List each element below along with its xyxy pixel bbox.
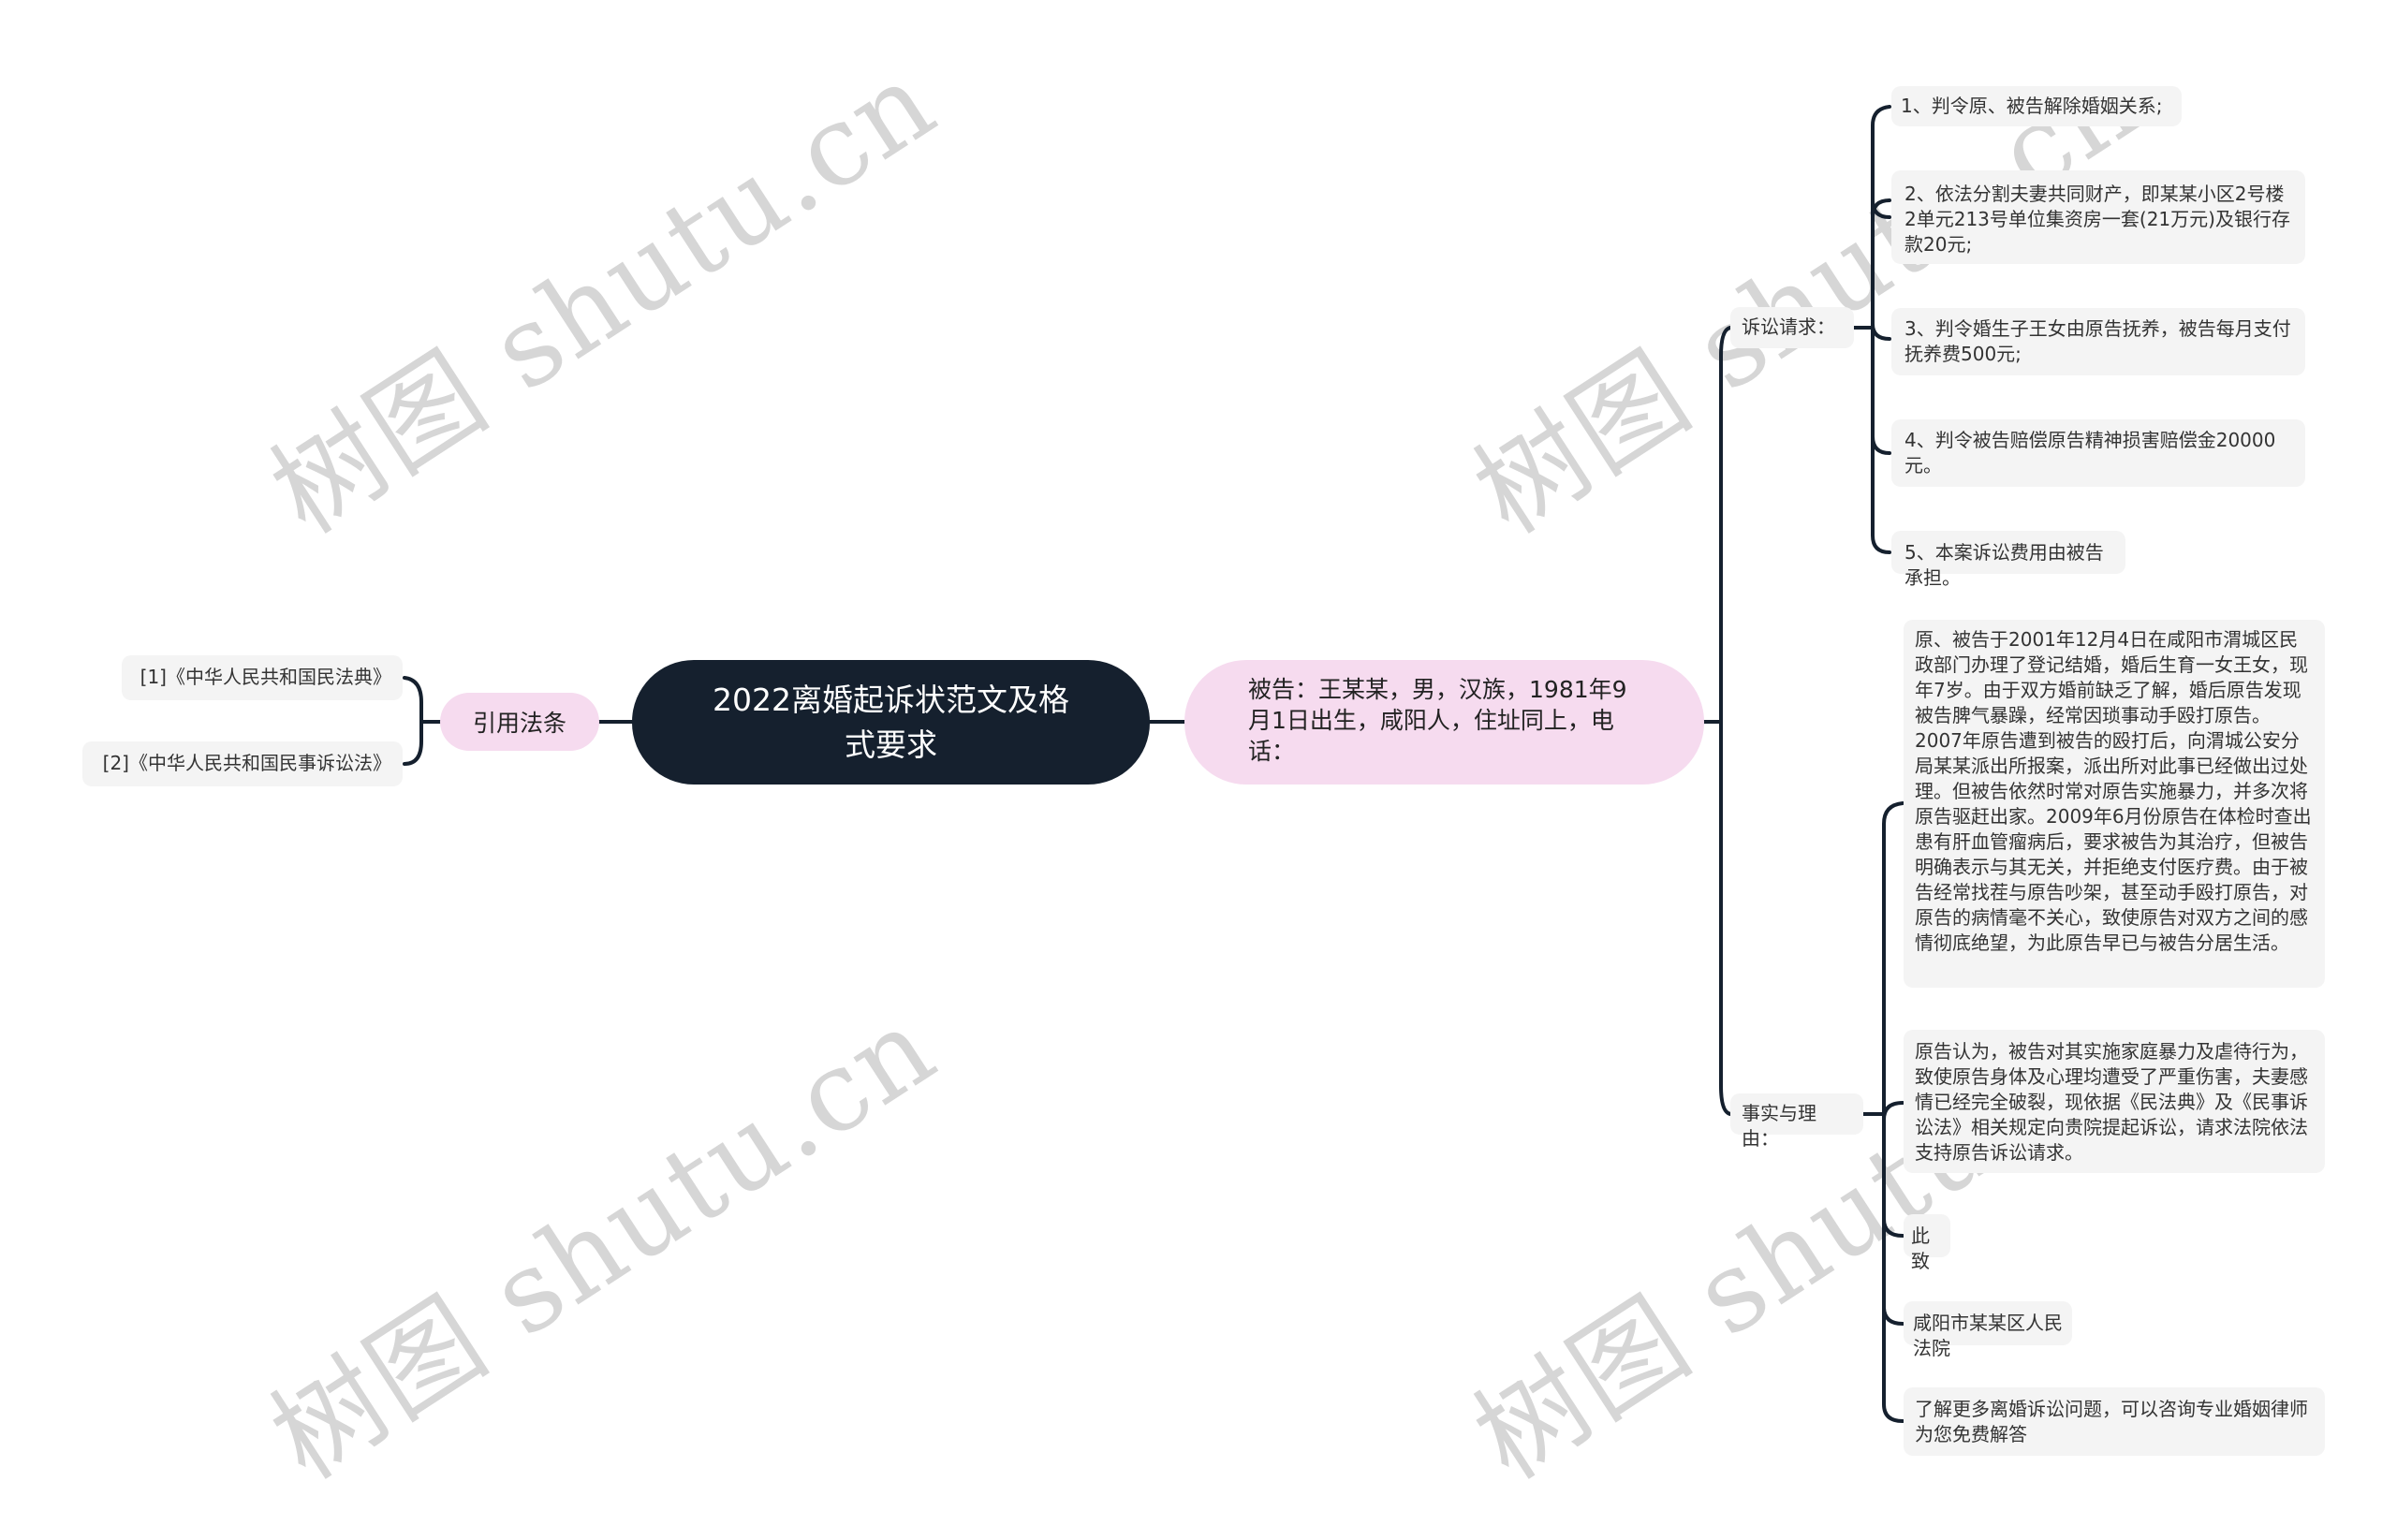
claim-item[interactable]: 5、本案诉讼费用由被告承担。 — [1891, 531, 2125, 589]
claim-item-text: 1、判令原、被告解除婚姻关系; — [1901, 95, 2163, 117]
connector-citations-bracket — [403, 676, 442, 766]
claim-item-text: 2、依法分割夫妻共同财产，即某某小区2号楼2单元213号单位集资房一套(21万元… — [1904, 183, 2290, 256]
section-claims[interactable]: 诉讼请求： — [1730, 307, 1854, 348]
connector-defendant-sections — [1702, 326, 1732, 1116]
citation-item-text: [1]《中华人民共和国民法典》 — [140, 666, 391, 688]
claim-item[interactable]: 1、判令原、被告解除婚姻关系; — [1891, 86, 2182, 126]
fact-item-text: 原告认为，被告对其实施家庭暴力及虐待行为，致使原告身体及心理均遭受了严重伤害，夫… — [1915, 1040, 2308, 1164]
fact-item[interactable]: 原告认为，被告对其实施家庭暴力及虐待行为，致使原告身体及心理均遭受了严重伤害，夫… — [1904, 1030, 2325, 1173]
connector-facts — [1861, 801, 1904, 1423]
claim-item[interactable]: 4、判令被告赔偿原告精神损害赔偿金20000元。 — [1891, 419, 2305, 487]
fact-item-text: 此致 — [1911, 1225, 1930, 1272]
connector-claims — [1852, 105, 1891, 554]
fact-item[interactable]: 了解更多离婚诉讼问题，可以咨询专业婚姻律师为您免费解答 — [1904, 1387, 2325, 1456]
citation-item-text: [2]《中华人民共和国民事诉讼法》 — [102, 752, 391, 774]
claim-item[interactable]: 2、依法分割夫妻共同财产，即某某小区2号楼2单元213号单位集资房一套(21万元… — [1891, 170, 2305, 264]
topic-citations[interactable]: 引用法条 — [440, 693, 599, 751]
claim-item[interactable]: 3、判令婚生子王女由原告抚养，被告每月支付抚养费500元; — [1891, 308, 2305, 375]
citation-item[interactable]: [2]《中华人民共和国民事诉讼法》 — [82, 741, 403, 786]
fact-item-text: 了解更多离婚诉讼问题，可以咨询专业婚姻律师为您免费解答 — [1915, 1398, 2308, 1445]
citation-item[interactable]: [1]《中华人民共和国民法典》 — [122, 655, 403, 700]
topic-citations-label: 引用法条 — [472, 710, 566, 737]
topic-defendant-text: 被告：王某某，男，汉族，1981年9月1日出生，咸阳人，住址同上，电话： — [1248, 676, 1627, 765]
fact-item[interactable]: 原、被告于2001年12月4日在咸阳市渭城区民政部门办理了登记结婚，婚后生育一女… — [1904, 620, 2325, 988]
fact-item-text: 原、被告于2001年12月4日在咸阳市渭城区民政部门办理了登记结婚，婚后生育一女… — [1915, 628, 2312, 954]
root-topic[interactable]: 2022离婚起诉状范文及格式要求 — [632, 660, 1150, 785]
claim-item-text: 3、判令婚生子王女由原告抚养，被告每月支付抚养费500元; — [1904, 317, 2291, 365]
section-facts[interactable]: 事实与理由： — [1730, 1093, 1863, 1150]
root-title: 2022离婚起诉状范文及格式要求 — [713, 681, 1069, 763]
topic-defendant[interactable]: 被告：王某某，男，汉族，1981年9月1日出生，咸阳人，住址同上，电话： — [1184, 660, 1704, 785]
fact-item[interactable]: 此致 — [1904, 1214, 1950, 1272]
claim-item-text: 4、判令被告赔偿原告精神损害赔偿金20000元。 — [1904, 429, 2276, 477]
section-claims-label: 诉讼请求： — [1742, 315, 1835, 338]
fact-item[interactable]: 咸阳市某某区人民法院 — [1904, 1301, 2072, 1359]
